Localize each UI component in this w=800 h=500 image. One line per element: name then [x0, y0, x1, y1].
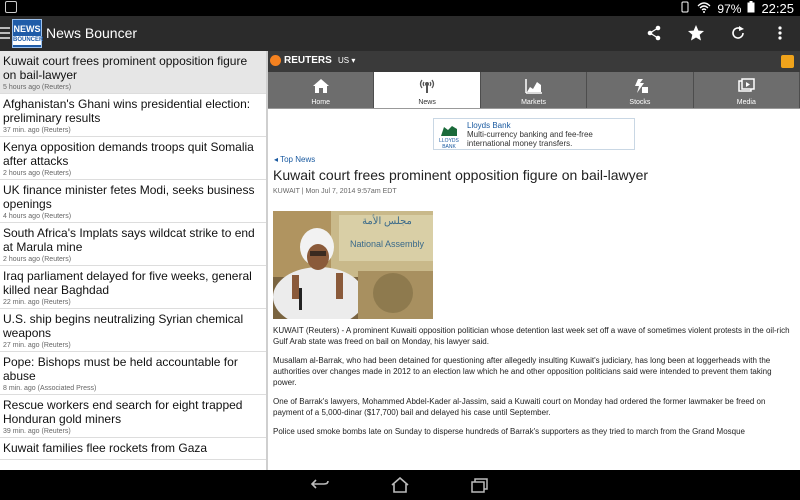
list-item[interactable]: Iraq parliament delayed for five weeks, …	[0, 266, 266, 309]
ad-title: Lloyds Bank	[467, 121, 511, 130]
list-item[interactable]: South Africa's Implats says wildcat stri…	[0, 223, 266, 266]
article-meta: 8 min. ago (Associated Press)	[3, 385, 97, 392]
system-nav-bar	[0, 470, 800, 500]
tab-home[interactable]: Home	[268, 72, 375, 108]
tab-label: Home	[311, 99, 331, 106]
ad-text-1: Multi-currency banking and fee-free	[467, 130, 593, 139]
battery-icon	[747, 1, 755, 16]
breadcrumb-label: Top News	[280, 155, 316, 164]
article-meta: 4 hours ago (Reuters)	[3, 213, 72, 220]
reuters-logo[interactable]: REUTERS	[270, 55, 332, 66]
list-item[interactable]: Kuwait families flee rockets from Gaza	[0, 438, 266, 460]
article-headline: UK finance minister fetes Modi, seeks bu…	[3, 183, 255, 211]
article-headline: South Africa's Implats says wildcat stri…	[3, 226, 255, 254]
article-meta: 2 hours ago (Reuters)	[3, 256, 72, 263]
battery-percent: 97%	[717, 1, 742, 16]
tab-label: Media	[736, 99, 756, 106]
breadcrumb[interactable]: ◂ Top News	[274, 155, 315, 164]
article-headline: Kuwait families flee rockets from Gaza	[3, 441, 208, 455]
article-meta: 22 min. ago (Reuters)	[3, 299, 71, 306]
article-meta: 2 hours ago (Reuters)	[3, 170, 72, 177]
photo-sign-english: National Assembly	[349, 239, 425, 249]
clock: 22:25	[761, 1, 794, 16]
ad-banner[interactable]: LLOYDS BANK Lloyds Bank Multi-currency ba…	[433, 118, 635, 150]
tab-media[interactable]: Media	[693, 72, 800, 108]
list-item[interactable]: UK finance minister fetes Modi, seeks bu…	[0, 180, 266, 223]
app-title: News Bouncer	[46, 25, 138, 41]
paragraph: KUWAIT (Reuters) - A prominent Kuwaiti o…	[273, 326, 790, 346]
article-meta: 5 hours ago (Reuters)	[3, 84, 72, 91]
stocks-icon	[587, 77, 692, 95]
lloyds-logo: LLOYDS BANK	[436, 123, 462, 150]
article-dateline: KUWAIT | Mon Jul 7, 2014 9:57am EDT	[273, 188, 397, 195]
reuters-brand: REUTERS	[284, 55, 332, 66]
notification-icon	[5, 1, 17, 13]
paragraph: One of Barrak's lawyers, Mohammed Abdel-…	[273, 397, 766, 417]
list-item[interactable]: Kenya opposition demands troops quit Som…	[0, 137, 266, 180]
search-icon[interactable]	[781, 55, 794, 68]
vibrate-icon	[679, 1, 691, 16]
reuters-dot-icon	[270, 55, 281, 66]
article-headline: Kenya opposition demands troops quit Som…	[3, 140, 254, 168]
chart-icon	[481, 77, 586, 95]
logo-text-bottom: BOUNCER	[13, 36, 44, 45]
media-icon	[694, 77, 799, 95]
tab-news[interactable]: News	[374, 72, 481, 108]
article-meta: 39 min. ago (Reuters)	[3, 428, 71, 435]
paragraph: Musallam al-Barrak, who had been detaine…	[273, 356, 772, 387]
article-list: Kuwait court frees prominent opposition …	[0, 51, 266, 470]
list-item[interactable]: U.S. ship begins neutralizing Syrian che…	[0, 309, 266, 352]
list-item[interactable]: Kuwait court frees prominent opposition …	[0, 51, 266, 94]
list-item[interactable]: Rescue workers end search for eight trap…	[0, 395, 266, 438]
tab-label: News	[418, 99, 436, 106]
article-photo[interactable]: مجلس الأمة National Assembly	[273, 211, 433, 319]
article-headline: Afghanistan's Ghani wins presidential el…	[3, 97, 251, 125]
list-item[interactable]: Pope: Bishops must be held accountable f…	[0, 352, 266, 395]
status-bar: 97% 22:25	[0, 0, 800, 16]
drawer-icon[interactable]	[0, 24, 10, 42]
back-icon[interactable]	[310, 477, 330, 498]
tab-label: Markets	[521, 99, 546, 106]
recents-icon[interactable]	[470, 477, 490, 498]
ad-logo-text: LLOYDS BANK	[439, 138, 459, 150]
wifi-icon	[697, 1, 711, 16]
article-meta: 27 min. ago (Reuters)	[3, 342, 71, 349]
article-headline: U.S. ship begins neutralizing Syrian che…	[3, 312, 244, 340]
antenna-icon	[374, 77, 479, 95]
article-headline: Rescue workers end search for eight trap…	[3, 398, 243, 426]
app-bar: NEWS BOUNCER News Bouncer	[0, 16, 800, 51]
tab-markets[interactable]: Markets	[480, 72, 588, 108]
tab-label: Stocks	[629, 99, 651, 106]
home-nav-icon[interactable]	[390, 476, 410, 498]
edition-label: US	[338, 56, 350, 65]
article-headline: Pope: Bishops must be held accountable f…	[3, 355, 238, 383]
section-tabs: Home News Markets Stocks Media	[268, 72, 800, 109]
photo-sign-arabic: مجلس الأمة	[362, 216, 412, 227]
overflow-menu-icon[interactable]	[770, 23, 790, 43]
refresh-icon[interactable]	[728, 23, 748, 43]
ad-text-2: international money transfers.	[467, 139, 573, 148]
tab-stocks[interactable]: Stocks	[587, 72, 694, 108]
logo-text-top: NEWS	[13, 24, 41, 34]
article-headline: Iraq parliament delayed for five weeks, …	[3, 269, 252, 297]
app-logo[interactable]: NEWS BOUNCER	[12, 19, 44, 48]
article-headline: Kuwait court frees prominent opposition …	[3, 54, 248, 82]
reuters-header: REUTERS US ▾	[268, 51, 800, 72]
home-icon	[268, 77, 373, 95]
list-item[interactable]: Afghanistan's Ghani wins presidential el…	[0, 94, 266, 137]
article-title: Kuwait court frees prominent opposition …	[273, 167, 649, 183]
edition-select[interactable]: US ▾	[338, 56, 355, 65]
paragraph: Police used smoke bombs late on Sunday t…	[273, 427, 745, 436]
article-body: KUWAIT (Reuters) - A prominent Kuwaiti o…	[273, 325, 797, 445]
share-icon[interactable]	[644, 23, 664, 43]
star-icon[interactable]	[686, 23, 706, 43]
article-meta: 37 min. ago (Reuters)	[3, 127, 71, 134]
article-webview[interactable]: REUTERS US ▾ Home News Markets Stocks Me…	[268, 51, 800, 470]
